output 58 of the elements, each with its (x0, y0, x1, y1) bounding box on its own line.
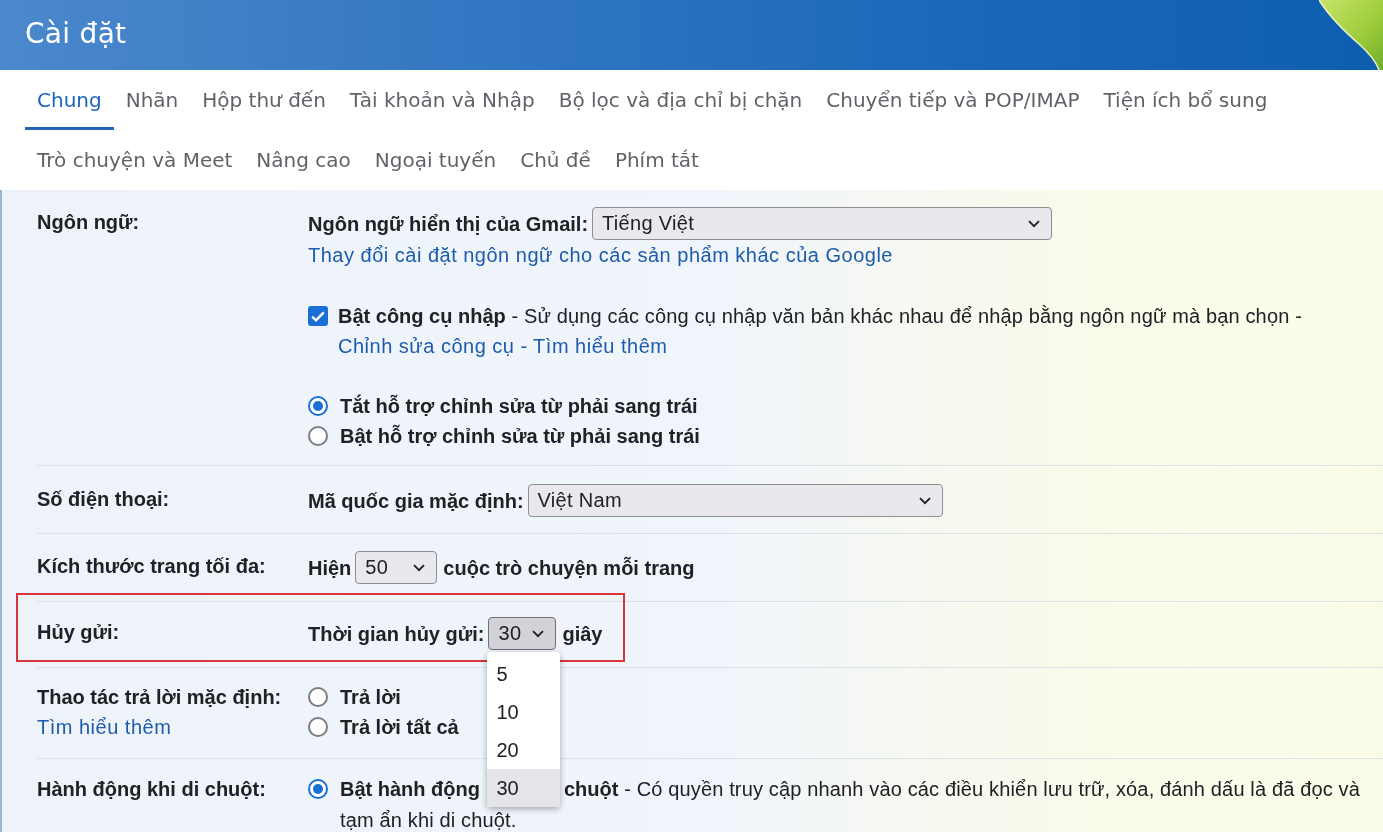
field-label: Ngôn ngữ hiển thị của Gmail: (308, 211, 589, 237)
setting-label: Hành động khi di chuột: (37, 777, 267, 802)
checkbox[interactable] (308, 306, 328, 326)
option-description: tạm ẩn khi di chuột. (340, 809, 518, 831)
field-label: Mã quốc gia mặc định: (308, 488, 524, 514)
field-label: Hiện (308, 555, 352, 581)
radio-button[interactable] (308, 426, 328, 446)
undo-time-select[interactable]: 30 (488, 617, 557, 650)
chevron-down-icon (918, 496, 931, 505)
chevron-down-icon (413, 563, 426, 572)
setting-label: Kích thước trang tối đa: (37, 554, 267, 579)
chevron-down-icon (1028, 219, 1041, 228)
settings-tab[interactable]: Ngoại tuyến (362, 130, 509, 190)
page-size-select[interactable]: 50 (355, 551, 438, 584)
option-description: chuột - Có quyền truy cập nhanh vào các điều khiển lưu trữ, xóa, đánh dấu là đã đọc và (564, 777, 1361, 802)
learn-more-link[interactable]: Tìm hiểu thêm (37, 712, 172, 742)
leaf-drawing (1319, 0, 1383, 70)
settings-tab[interactable]: Trò chuyện và Meet (25, 130, 245, 190)
settings-tab[interactable]: Tài khoản và Nhập (337, 70, 547, 130)
radio-button[interactable] (308, 396, 328, 416)
setting-label: Thao tác trả lời mặc định: (37, 685, 283, 710)
dropdown-option[interactable]: 10 (487, 693, 561, 731)
setting-label: Ngôn ngữ: (37, 210, 141, 235)
language-select[interactable]: Tiếng Việt (592, 207, 1053, 240)
radio-button[interactable] (308, 717, 328, 737)
dropdown-option[interactable]: 5 (487, 655, 561, 693)
option-label: Trả lời (340, 685, 401, 710)
settings-tab[interactable]: Nhãn (113, 70, 191, 130)
settings-tab[interactable]: Chung (25, 70, 114, 130)
settings-tab[interactable]: Chuyển tiếp và POP/IMAP (814, 70, 1092, 130)
chevron-down-icon (532, 629, 545, 638)
settings-tab[interactable]: Phím tắt (602, 130, 711, 190)
settings-tab[interactable]: Tiện ích bổ sung (1091, 70, 1280, 130)
input-tools-description: Bật công cụ nhập - Sử dụng các công cụ nhập văn bản khác nhau để nhập bằng ngôn ngữ mà bạn chọn - (338, 304, 1302, 329)
dropdown-option[interactable]: 20 (487, 731, 561, 769)
dropdown-option[interactable]: 30 (487, 769, 561, 807)
settings-tab[interactable]: Bộ lọc và địa chỉ bị chặn (546, 70, 815, 130)
language-settings-link[interactable]: Thay đổi cài đặt ngôn ngữ cho các sản phẩm khác của Google (308, 240, 893, 270)
settings-tab[interactable]: Nâng cao (244, 130, 363, 190)
radio-button[interactable] (308, 779, 328, 799)
link-separator: - (520, 334, 528, 359)
country-select[interactable]: Việt Nam (527, 484, 943, 517)
option-label: Tắt hỗ trợ chỉnh sửa từ phải sang trái (340, 393, 698, 419)
option-label: Bật hỗ trợ chỉnh sửa từ phải sang trái (340, 423, 700, 449)
option-label: Trả lời tất cả (340, 715, 459, 740)
setting-label: Số điện thoại: (37, 487, 171, 512)
setting-label: Hủy gửi: (37, 620, 121, 645)
learn-more-link[interactable]: Tìm hiểu thêm (533, 331, 668, 361)
settings-tab[interactable]: Hộp thư đến (190, 70, 338, 130)
checkmark-icon (311, 310, 325, 322)
settings-tab[interactable]: Chủ đề (508, 130, 603, 190)
field-suffix: cuộc trò chuyện mỗi trang (443, 555, 695, 581)
radio-button[interactable] (308, 687, 328, 707)
page-title: Cài đặt (25, 16, 127, 50)
field-label: Thời gian hủy gửi: (308, 621, 485, 647)
field-suffix: giây (562, 621, 603, 647)
edit-tools-link[interactable]: Chỉnh sửa công cụ (338, 331, 515, 361)
option-label: Bật hành động (340, 777, 480, 802)
